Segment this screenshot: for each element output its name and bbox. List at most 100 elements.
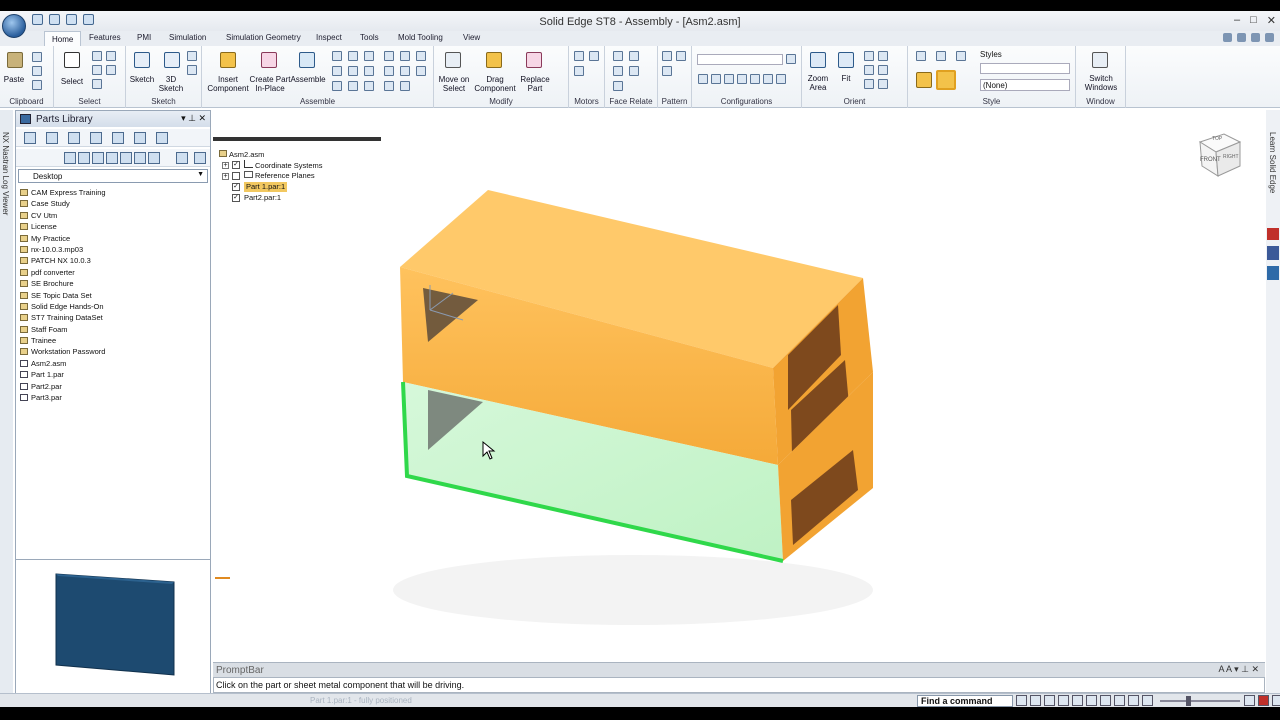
assemble-button[interactable]: Assemble xyxy=(290,75,326,84)
look-at-icon[interactable] xyxy=(878,79,888,89)
copy-icon[interactable] xyxy=(32,66,42,76)
lib-favorite-icon[interactable] xyxy=(90,132,102,144)
configuration-save-icon[interactable] xyxy=(786,54,796,64)
rotate-icon[interactable] xyxy=(864,65,874,75)
relate-9-icon[interactable] xyxy=(364,66,374,76)
lib-list-icon[interactable] xyxy=(46,132,58,144)
learn-solid-edge-tab[interactable]: Learn Solid Edge xyxy=(1268,132,1277,193)
status-tool-1-icon[interactable] xyxy=(1016,695,1027,706)
select-arrow-icon[interactable] xyxy=(64,52,80,68)
folder-item[interactable]: Staff Foam xyxy=(18,324,208,335)
lib-refresh-icon[interactable] xyxy=(134,152,146,164)
tab-tools[interactable]: Tools xyxy=(360,33,379,42)
shaded-visible-edges-icon[interactable] xyxy=(936,70,956,90)
folder-item[interactable]: SE Topic Data Set xyxy=(18,290,208,301)
tab-inspect[interactable]: Inspect xyxy=(316,33,342,42)
file-item[interactable]: Part2.par xyxy=(18,381,208,392)
select-box-icon[interactable] xyxy=(92,65,102,75)
lib-home-icon[interactable] xyxy=(78,152,90,164)
motor-3-icon[interactable] xyxy=(574,66,584,76)
config-6-icon[interactable] xyxy=(763,74,773,84)
find-command-input[interactable]: Find a command xyxy=(917,695,1013,707)
panel-close-icon[interactable]: ✕ xyxy=(198,113,206,123)
face-relate-3-icon[interactable] xyxy=(613,66,623,76)
social-icon[interactable] xyxy=(1267,266,1279,280)
relate-1-icon[interactable] xyxy=(332,51,342,61)
view-dimetric-icon[interactable] xyxy=(936,51,946,61)
folder-item[interactable]: License xyxy=(18,221,208,232)
tab-simulation-geometry[interactable]: Simulation Geometry xyxy=(226,33,301,42)
relate-8-icon[interactable] xyxy=(348,66,358,76)
relate-13-icon[interactable] xyxy=(332,81,342,91)
relate-12-icon[interactable] xyxy=(416,66,426,76)
graphics-window[interactable]: Asm2.asm + ✓ Coordinate Systems + Refere… xyxy=(213,110,1265,662)
style-select-1[interactable] xyxy=(980,63,1070,74)
relate-16-icon[interactable] xyxy=(384,81,394,91)
insert-component-icon[interactable] xyxy=(220,52,236,68)
sketch-button[interactable]: Sketch xyxy=(127,75,157,84)
cut-icon[interactable] xyxy=(32,52,42,62)
face-relate-4-icon[interactable] xyxy=(629,66,639,76)
close-icon[interactable]: ✕ xyxy=(1267,14,1276,27)
paste-icon[interactable] xyxy=(7,52,23,68)
select-tools-icon[interactable] xyxy=(92,79,102,89)
lib-folder-icon[interactable] xyxy=(112,132,124,144)
select-filter-icon[interactable] xyxy=(92,51,102,61)
tab-view[interactable]: View xyxy=(463,33,480,42)
lib-filter-icon[interactable] xyxy=(148,152,160,164)
status-tool-4-icon[interactable] xyxy=(1058,695,1069,706)
zoom-area-icon[interactable] xyxy=(810,52,826,68)
zoom-out-icon[interactable] xyxy=(1142,695,1153,706)
spin-icon[interactable] xyxy=(864,79,874,89)
status-tool-3-icon[interactable] xyxy=(1044,695,1055,706)
drag-component-icon[interactable] xyxy=(486,52,502,68)
config-4-icon[interactable] xyxy=(737,74,747,84)
sketch-tool-1-icon[interactable] xyxy=(187,51,197,61)
sketch-3d-icon[interactable] xyxy=(164,52,180,68)
folder-item[interactable]: SE Brochure xyxy=(18,278,208,289)
pattern-1-icon[interactable] xyxy=(662,51,672,61)
relate-15-icon[interactable] xyxy=(364,81,374,91)
folder-item[interactable]: Workstation Password xyxy=(18,346,208,357)
relate-6-icon[interactable] xyxy=(416,51,426,61)
config-2-icon[interactable] xyxy=(711,74,721,84)
sketch-icon[interactable] xyxy=(134,52,150,68)
doc-close-icon[interactable] xyxy=(1265,33,1274,42)
config-5-icon[interactable] xyxy=(750,74,760,84)
config-1-icon[interactable] xyxy=(698,74,708,84)
help-icon[interactable] xyxy=(1223,33,1232,42)
zoom-area-button[interactable]: Zoom Area xyxy=(804,74,832,92)
status-tool-6-icon[interactable] xyxy=(1086,695,1097,706)
face-relate-1-icon[interactable] xyxy=(613,51,623,61)
lib-new-folder-icon[interactable] xyxy=(120,152,132,164)
folder-item[interactable]: Case Study xyxy=(18,198,208,209)
face-relate-5-icon[interactable] xyxy=(613,81,623,91)
promptbar-pin-icon[interactable]: ▾ ⊥ xyxy=(1234,664,1249,674)
pan-icon[interactable] xyxy=(878,51,888,61)
motor-2-icon[interactable] xyxy=(589,51,599,61)
zoom-in-icon[interactable] xyxy=(1244,695,1255,706)
relate-14-icon[interactable] xyxy=(348,81,358,91)
view-cube[interactable]: TOP FRONT RIGHT xyxy=(1196,130,1244,178)
relate-11-icon[interactable] xyxy=(400,66,410,76)
folder-item[interactable]: PATCH NX 10.0.3 xyxy=(18,255,208,266)
create-part-in-place-icon[interactable] xyxy=(261,52,277,68)
settings-icon[interactable] xyxy=(1237,33,1246,42)
view-trimetric-icon[interactable] xyxy=(956,51,966,61)
file-item[interactable]: Part 1.par xyxy=(18,369,208,380)
folder-item[interactable]: Trainee xyxy=(18,335,208,346)
status-tool-5-icon[interactable] xyxy=(1072,695,1083,706)
tab-pmi[interactable]: PMI xyxy=(137,33,151,42)
facebook-icon[interactable] xyxy=(1267,246,1279,260)
status-end-icon[interactable] xyxy=(1272,695,1280,706)
replace-part-button[interactable]: Replace Part xyxy=(517,75,553,93)
relate-17-icon[interactable] xyxy=(400,81,410,91)
file-item[interactable]: Asm2.asm xyxy=(18,358,208,369)
location-select[interactable]: Desktop ▼ xyxy=(18,169,208,183)
minimize-icon[interactable]: – xyxy=(1234,14,1240,27)
config-7-icon[interactable] xyxy=(776,74,786,84)
drag-component-button[interactable]: Drag Component xyxy=(472,75,518,93)
folder-item[interactable]: CAM Express Training xyxy=(18,187,208,198)
tab-features[interactable]: Features xyxy=(89,33,121,42)
folder-item[interactable]: CV Utm xyxy=(18,210,208,221)
